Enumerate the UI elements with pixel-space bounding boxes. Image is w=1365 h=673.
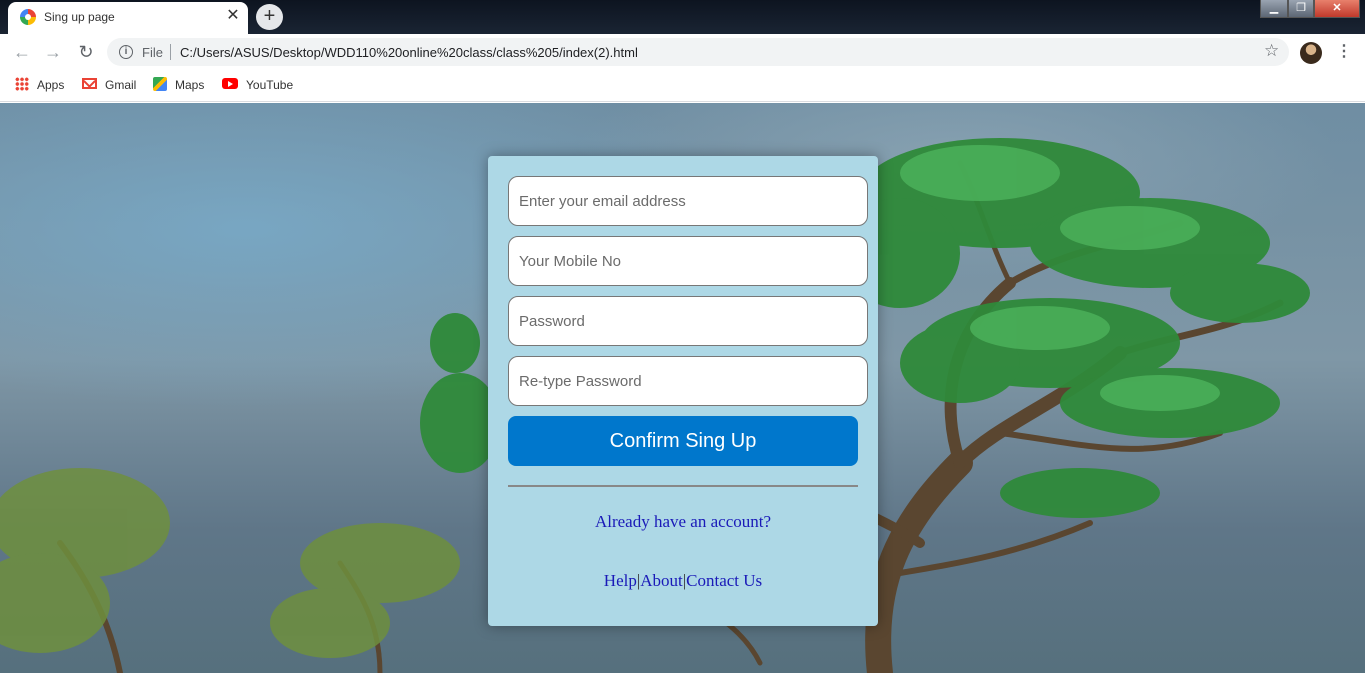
gmail-icon: [82, 78, 97, 90]
browser-menu-icon[interactable]: ⋮: [1336, 42, 1352, 62]
url-text[interactable]: C:/Users/ASUS/Desktop/WDD110%20online%20…: [180, 45, 638, 60]
retype-password-field[interactable]: [508, 356, 868, 406]
bookmark-gmail[interactable]: Gmail: [82, 76, 136, 96]
bookmark-star-icon[interactable]: ☆: [1264, 41, 1279, 61]
bookmark-maps[interactable]: Maps: [153, 76, 204, 96]
window-close-button[interactable]: ✕: [1314, 0, 1360, 18]
forward-arrow-icon[interactable]: →: [41, 40, 65, 64]
apps-grid-icon: [15, 76, 29, 91]
omnibox-separator: [170, 44, 171, 60]
back-arrow-icon[interactable]: ←: [10, 40, 34, 64]
browser-toolbar: ← → ↻ i File C:/Users/ASUS/Desktop/WDD11…: [0, 34, 1365, 70]
tab-title: Sing up page: [44, 10, 115, 24]
new-tab-button[interactable]: +: [256, 4, 283, 30]
contact-us-link[interactable]: Contact Us: [686, 571, 762, 590]
file-scheme-label: File: [142, 45, 163, 60]
youtube-icon: [222, 78, 238, 90]
close-tab-icon[interactable]: ✕: [224, 7, 242, 25]
chrome-favicon-icon: [20, 9, 36, 25]
password-field[interactable]: [508, 296, 868, 346]
confirm-signup-button[interactable]: Confirm Sing Up: [508, 416, 858, 466]
bookmark-youtube[interactable]: YouTube: [222, 76, 293, 96]
browser-titlebar: Sing up page ✕ + ▁ ❐ ✕: [0, 0, 1365, 34]
reload-icon[interactable]: ↻: [74, 40, 98, 64]
already-have-account-link[interactable]: Already have an account?: [488, 512, 878, 532]
help-link[interactable]: Help: [604, 571, 637, 590]
about-link[interactable]: About: [640, 571, 683, 590]
mobile-field[interactable]: [508, 236, 868, 286]
window-minimize-button[interactable]: ▁: [1260, 0, 1288, 18]
footer-links: Help|About|Contact Us: [488, 571, 878, 591]
browser-tab-active[interactable]: Sing up page ✕: [8, 2, 248, 34]
bookmark-apps[interactable]: Apps: [15, 76, 64, 96]
address-bar[interactable]: i File C:/Users/ASUS/Desktop/WDD110%20on…: [107, 38, 1289, 66]
window-restore-button[interactable]: ❐: [1288, 0, 1314, 18]
email-field[interactable]: [508, 176, 868, 226]
signup-card: Confirm Sing Up Already have an account?…: [488, 156, 878, 626]
maps-icon: [153, 76, 167, 91]
bookmarks-bar: Apps Gmail Maps YouTube: [0, 70, 1365, 102]
profile-avatar[interactable]: [1300, 42, 1322, 64]
form-divider: [508, 485, 858, 487]
page-viewport: Confirm Sing Up Already have an account?…: [0, 103, 1365, 673]
info-icon[interactable]: i: [119, 45, 133, 59]
